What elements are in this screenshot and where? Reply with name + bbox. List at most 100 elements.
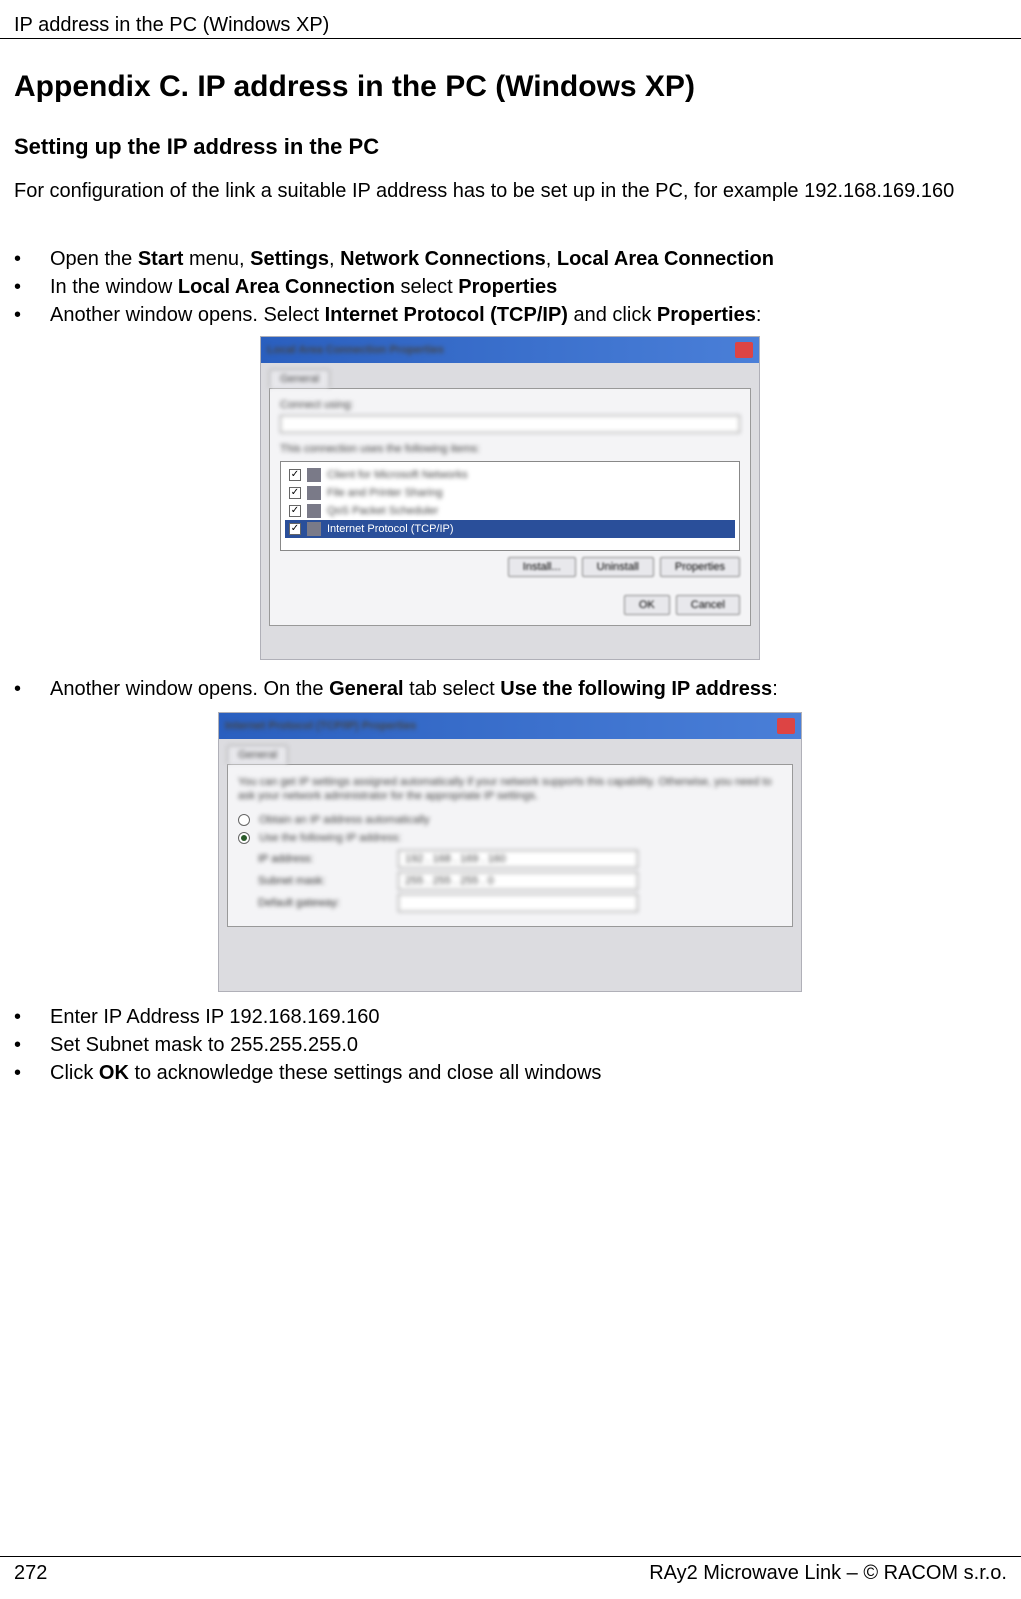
bold-text: Local Area Connection xyxy=(178,276,395,298)
mask-label: Subnet mask: xyxy=(258,875,398,887)
component-icon xyxy=(307,504,321,518)
text: In the window xyxy=(50,276,178,298)
footer-copyright: RAy2 Microwave Link – © RACOM s.r.o. xyxy=(649,1562,1007,1585)
list-item: • Click OK to acknowledge these settings… xyxy=(14,1060,1007,1086)
bold-text: OK xyxy=(99,1062,129,1084)
radio-label: Use the following IP address: xyxy=(259,832,401,844)
item-label: File and Printer Sharing xyxy=(327,487,443,499)
radio-manual[interactable] xyxy=(238,832,250,844)
dialog-body: Connect using: This connection uses the … xyxy=(269,388,751,626)
header-divider xyxy=(0,38,1021,39)
radio-auto[interactable] xyxy=(238,814,250,826)
close-icon[interactable] xyxy=(735,342,753,358)
checkbox-icon[interactable] xyxy=(289,469,301,481)
list-item[interactable]: Client for Microsoft Networks xyxy=(285,466,735,484)
bullet-marker: • xyxy=(14,1004,50,1030)
description-text: You can get IP settings assigned automat… xyxy=(238,775,782,804)
screenshot-properties-dialog: Local Area Connection Properties General… xyxy=(260,336,760,660)
list-item[interactable]: File and Printer Sharing xyxy=(285,484,735,502)
text: : xyxy=(756,304,762,326)
appendix-title: Appendix C. IP address in the PC (Window… xyxy=(14,70,695,104)
items-label: This connection uses the following items… xyxy=(280,443,740,455)
bold-text: General xyxy=(329,678,403,700)
text: select xyxy=(395,276,458,298)
tab-strip: General xyxy=(261,363,759,388)
list-item: • Set Subnet mask to 255.255.255.0 xyxy=(14,1032,1007,1058)
text: Another window opens. On the xyxy=(50,678,329,700)
text: Click xyxy=(50,1062,99,1084)
text: menu, xyxy=(183,248,250,270)
bullet-marker: • xyxy=(14,274,50,300)
item-label: Internet Protocol (TCP/IP) xyxy=(327,523,454,535)
list-item: • Another window opens. On the General t… xyxy=(14,676,1007,702)
ip-label: IP address: xyxy=(258,853,398,865)
checkbox-icon[interactable] xyxy=(289,523,301,535)
dialog-title: Internet Protocol (TCP/IP) Properties xyxy=(225,720,777,732)
text: to acknowledge these settings and close … xyxy=(129,1062,602,1084)
tab-general[interactable]: General xyxy=(269,369,330,388)
text: Another window opens. Select xyxy=(50,304,325,326)
mask-input[interactable]: 255 . 255 . 255 . 0 xyxy=(398,872,638,890)
bullet-marker: • xyxy=(14,1032,50,1058)
components-listbox[interactable]: Client for Microsoft Networks File and P… xyxy=(280,461,740,551)
list-item: • Another window opens. Select Internet … xyxy=(14,302,1007,328)
properties-button[interactable]: Properties xyxy=(660,557,740,577)
bold-text: Use the following IP address xyxy=(500,678,772,700)
list-item-selected[interactable]: Internet Protocol (TCP/IP) xyxy=(285,520,735,538)
gateway-label: Default gateway: xyxy=(258,897,398,909)
dialog-body: You can get IP settings assigned automat… xyxy=(227,764,793,927)
bullet-list-top: • Open the Start menu, Settings, Network… xyxy=(14,246,1007,330)
component-icon xyxy=(307,522,321,536)
ok-cancel-row: OK Cancel xyxy=(280,595,740,615)
list-item[interactable]: QoS Packet Scheduler xyxy=(285,502,735,520)
bold-text: Internet Protocol (TCP/IP) xyxy=(325,304,568,326)
install-button[interactable]: Install... xyxy=(508,557,576,577)
close-icon[interactable] xyxy=(777,718,795,734)
bullet-marker: • xyxy=(14,1060,50,1086)
gateway-input[interactable] xyxy=(398,894,638,912)
dialog-titlebar: Local Area Connection Properties xyxy=(261,337,759,363)
text: : xyxy=(772,678,778,700)
page-number: 272 xyxy=(14,1562,47,1585)
bold-text: Network Connections xyxy=(340,248,546,270)
bold-text: Start xyxy=(138,248,184,270)
text: tab select xyxy=(404,678,501,700)
ok-button[interactable]: OK xyxy=(624,595,670,615)
uninstall-button[interactable]: Uninstall xyxy=(582,557,654,577)
gateway-row: Default gateway: xyxy=(258,894,782,912)
subsection-title: Setting up the IP address in the PC xyxy=(14,134,379,160)
connect-using-label: Connect using: xyxy=(280,399,740,411)
dialog-titlebar: Internet Protocol (TCP/IP) Properties xyxy=(219,713,801,739)
list-item: • In the window Local Area Connection se… xyxy=(14,274,1007,300)
component-icon xyxy=(307,486,321,500)
adapter-field xyxy=(280,415,740,433)
checkbox-icon[interactable] xyxy=(289,505,301,517)
ip-input[interactable]: 192 . 168 . 169 . 160 xyxy=(398,850,638,868)
bullet-list-bottom: • Enter IP Address IP 192.168.169.160 • … xyxy=(14,1004,1007,1088)
radio-row: Use the following IP address: xyxy=(238,832,782,844)
cancel-button[interactable]: Cancel xyxy=(676,595,740,615)
component-icon xyxy=(307,468,321,482)
bullet-list-middle: • Another window opens. On the General t… xyxy=(14,676,1007,704)
intro-paragraph: For configuration of the link a suitable… xyxy=(14,178,1007,205)
text: Open the xyxy=(50,248,138,270)
item-label: Client for Microsoft Networks xyxy=(327,469,468,481)
bold-text: Properties xyxy=(458,276,557,298)
item-label: QoS Packet Scheduler xyxy=(327,505,438,517)
button-row: Install... Uninstall Properties xyxy=(280,557,740,577)
dialog-title: Local Area Connection Properties xyxy=(267,344,735,356)
text: , xyxy=(546,248,557,270)
bold-text: Local Area Connection xyxy=(557,248,774,270)
text: Enter IP Address IP 192.168.169.160 xyxy=(50,1004,1007,1030)
ip-address-row: IP address: 192 . 168 . 169 . 160 xyxy=(258,850,782,868)
bold-text: Settings xyxy=(250,248,329,270)
tab-general[interactable]: General xyxy=(227,745,288,764)
radio-row: Obtain an IP address automatically xyxy=(238,814,782,826)
list-item: • Enter IP Address IP 192.168.169.160 xyxy=(14,1004,1007,1030)
text: , xyxy=(329,248,340,270)
tab-strip: General xyxy=(219,739,801,764)
screenshot-tcpip-dialog: Internet Protocol (TCP/IP) Properties Ge… xyxy=(218,712,802,992)
checkbox-icon[interactable] xyxy=(289,487,301,499)
bold-text: Properties xyxy=(657,304,756,326)
running-header: IP address in the PC (Windows XP) xyxy=(14,14,329,37)
